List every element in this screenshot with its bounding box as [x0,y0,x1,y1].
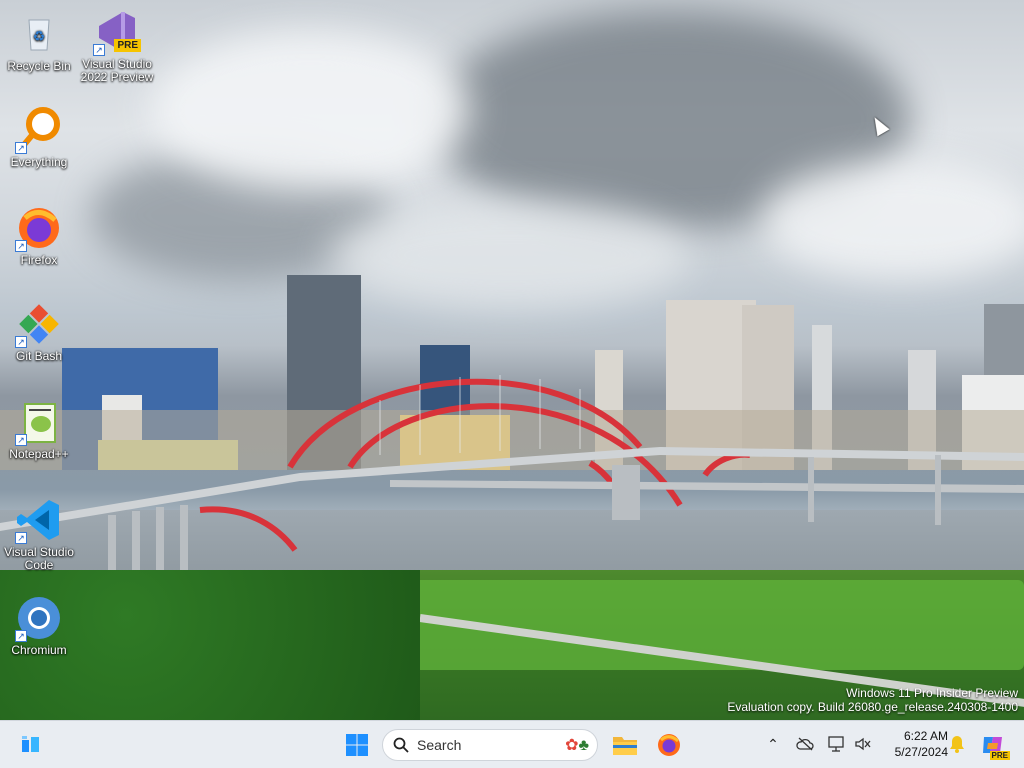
vscode-icon: ↗ [15,496,63,544]
taskbar: Search ✿♣ ⌃ 6:22 AM 5/27/2024 PRE [0,720,1024,768]
bridge-pillars [108,455,941,575]
pre-badge: PRE [114,39,141,52]
recycle-bin-icon: ♻ [15,10,63,58]
tray-network[interactable] [826,733,848,755]
wallpaper-cloud [760,160,1024,280]
search-placeholder: Search [417,737,462,753]
bridge-ramp [390,480,1024,493]
watermark-line-1: Windows 11 Pro Insider Preview [846,686,1018,700]
desktop-icon-chromium[interactable]: ↗ Chromium [2,594,76,657]
shortcut-arrow-icon: ↗ [15,142,27,154]
start-button[interactable] [340,727,374,763]
desktop-icon-label: Firefox [20,253,58,267]
desktop-icon-git-bash[interactable]: ↗ Git Bash [2,300,76,363]
desktop-icon-label: Visual Studio 2022 Preview [80,57,154,84]
taskbar-firefox[interactable] [652,727,686,763]
chromium-icon: ↗ [15,594,63,642]
windows-logo-icon [346,734,368,756]
desktop-wallpaper: ♻ Recycle Bin PRE ↗ Visual Studio 2022 P… [0,0,1024,720]
visual-studio-icon: PRE ↗ [93,8,141,56]
shortcut-arrow-icon: ↗ [15,630,27,642]
firefox-icon: ↗ [15,204,63,252]
volume-muted-icon [855,737,871,751]
shortcut-arrow-icon: ↗ [15,240,27,252]
desktop-icon-label: Notepad++ [9,447,69,461]
desktop-icon-visual-studio[interactable]: PRE ↗ Visual Studio 2022 Preview [80,8,154,84]
tray-overflow-button[interactable]: ⌃ [762,733,784,755]
pre-badge: PRE [989,751,1010,760]
desktop-icon-firefox[interactable]: ↗ Firefox [2,204,76,267]
bell-icon [950,736,964,753]
watermark-line-2: Evaluation copy. Build 26080.ge_release.… [727,700,1018,714]
copilot-button[interactable]: PRE [976,727,1010,763]
clock-date: 5/27/2024 [894,745,948,759]
cloud-offline-icon [796,737,814,751]
desktop-icon-label: Recycle Bin [7,59,71,73]
clock-time: 6:22 AM [903,729,948,743]
shortcut-arrow-icon: ↗ [15,434,27,446]
desktop-icon-label: Git Bash [15,349,63,363]
search-highlight-icon: ✿♣ [565,737,589,754]
taskbar-file-explorer[interactable] [608,727,642,763]
tray-onedrive[interactable] [794,733,816,755]
widgets-button[interactable] [16,727,46,763]
desktop-icon-label: Everything [10,155,68,169]
desktop-icon-label: Visual Studio Code [4,545,74,572]
shortcut-arrow-icon: ↗ [15,532,27,544]
svg-text:♻: ♻ [33,28,46,44]
tray-volume[interactable] [852,733,874,755]
desktop-icon-notepad-plus-plus[interactable]: ↗ Notepad++ [2,398,76,461]
widgets-icon [22,736,39,752]
shortcut-arrow-icon: ↗ [93,44,105,56]
network-icon [828,736,844,752]
taskbar-search-box[interactable]: Search ✿♣ [382,729,598,761]
desktop-icon-everything[interactable]: ↗ Everything [2,106,76,169]
file-explorer-icon [613,737,637,755]
copilot-icon: PRE [980,733,1010,760]
desktop-icon-recycle-bin[interactable]: ♻ Recycle Bin [2,10,76,73]
desktop-icon-vscode[interactable]: ↗ Visual Studio Code [2,496,76,572]
bridge [0,375,1024,575]
notifications-button[interactable] [946,733,968,755]
search-icon [393,737,409,753]
taskbar-clock[interactable]: 6:22 AM 5/27/2024 [880,728,948,760]
desktop-icon-label: Chromium [11,643,67,657]
notepad-plus-plus-icon: ↗ [15,398,63,446]
firefox-icon [658,734,680,756]
chevron-up-icon: ⌃ [767,735,779,752]
shortcut-arrow-icon: ↗ [15,336,27,348]
wallpaper-cloud [150,30,470,190]
windows-watermark: Windows 11 Pro Insider Preview Evaluatio… [727,686,1018,714]
git-bash-icon: ↗ [15,300,63,348]
everything-search-icon: ↗ [15,106,63,154]
